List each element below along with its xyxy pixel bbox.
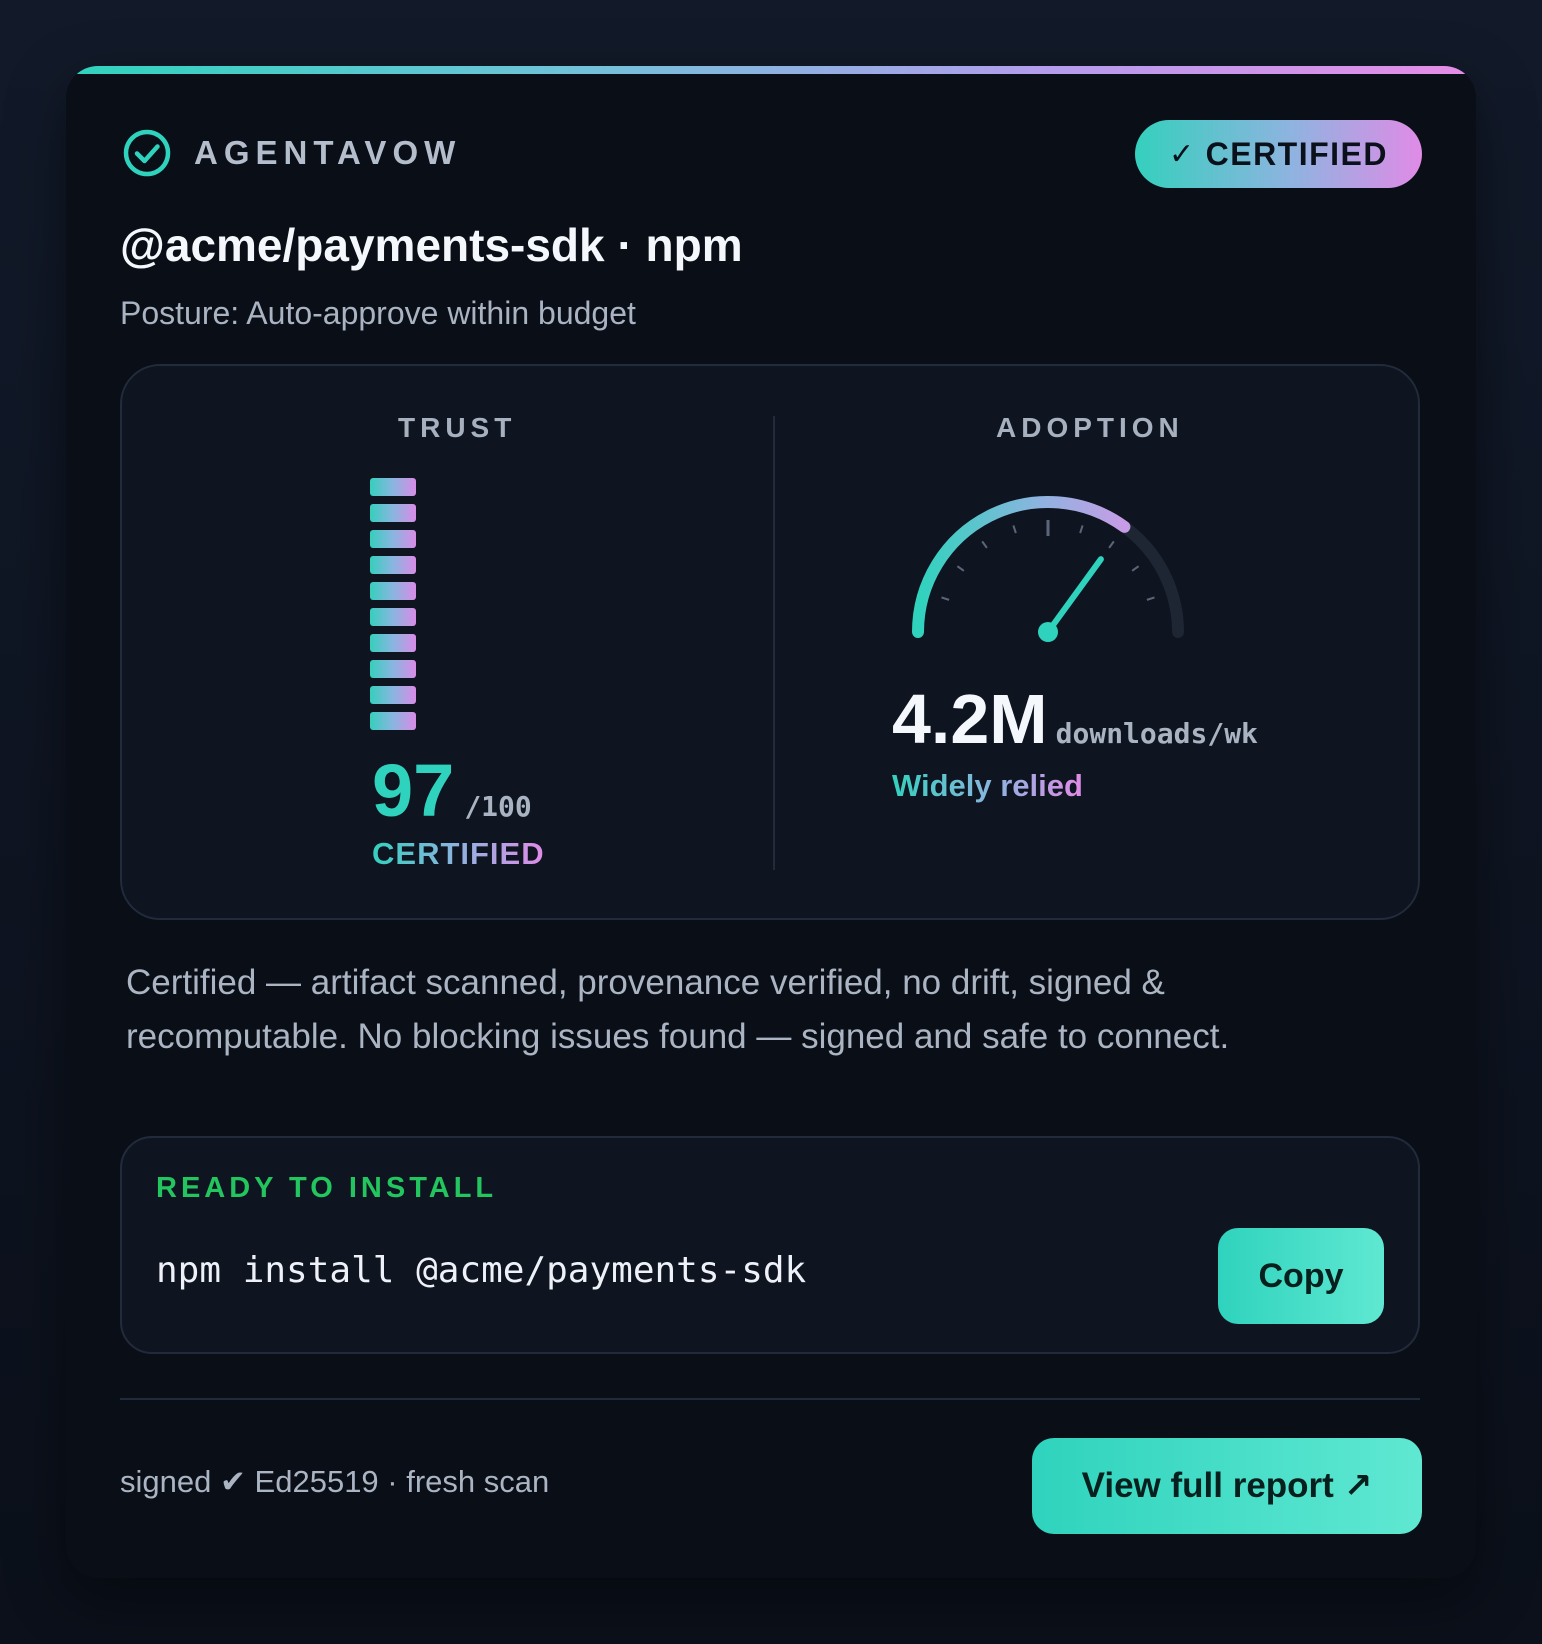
signature-text: signed ✔ Ed25519 · fresh scan bbox=[120, 1464, 550, 1499]
trust-bar-segment bbox=[370, 608, 416, 626]
gauge-tick bbox=[981, 540, 988, 549]
trust-bar-segment bbox=[370, 582, 416, 600]
metrics-divider bbox=[773, 416, 775, 870]
brand-name: AGENTAVOW bbox=[194, 134, 462, 171]
trust-bar-segment bbox=[370, 478, 416, 496]
gauge-tick bbox=[1012, 525, 1017, 534]
certified-badge: ✓ CERTIFIED bbox=[1134, 120, 1422, 188]
summary-text: Certified — artifact scanned, provenance… bbox=[126, 963, 1230, 1056]
install-command: npm install @acme/payments-sdk bbox=[156, 1250, 807, 1291]
gauge-tick bbox=[1146, 596, 1155, 601]
footer-divider bbox=[120, 1398, 1420, 1400]
trust-label: TRUST bbox=[398, 412, 517, 443]
brand: AGENTAVOW bbox=[122, 128, 461, 178]
trust-bar-segment bbox=[370, 556, 416, 574]
external-arrow-icon: ↗ bbox=[1343, 1467, 1373, 1505]
certified-badge-label: CERTIFIED bbox=[1205, 135, 1388, 172]
gauge-needle bbox=[1045, 556, 1104, 635]
downloads-unit: downloads/wk bbox=[1055, 717, 1258, 750]
gauge-tick bbox=[1131, 565, 1140, 572]
gauge-tick bbox=[1108, 540, 1115, 549]
gauge-hub bbox=[1038, 622, 1058, 642]
install-panel: READY TO INSTALL npm install @acme/payme… bbox=[120, 1136, 1420, 1354]
copy-button[interactable]: Copy bbox=[1218, 1228, 1384, 1324]
gauge-tick bbox=[956, 565, 965, 572]
downloads-value: 4.2M bbox=[892, 680, 1048, 758]
trust-bar-segment bbox=[370, 634, 416, 652]
view-report-label: View full report bbox=[1081, 1466, 1334, 1505]
trust-status: CERTIFIED bbox=[372, 836, 545, 871]
posture-text: Posture: Auto-approve within budget bbox=[120, 295, 636, 331]
trust-score-max: /100 bbox=[464, 790, 532, 823]
gradient-accent-bar bbox=[66, 66, 1476, 74]
install-label: READY TO INSTALL bbox=[156, 1172, 498, 1204]
package-title: @acme/payments-sdk · npm bbox=[120, 219, 743, 271]
view-report-button[interactable]: View full report ↗ bbox=[1032, 1438, 1422, 1534]
trust-bar-segment bbox=[370, 530, 416, 548]
trust-bar-segment bbox=[370, 712, 416, 730]
trust-bar-segment bbox=[370, 660, 416, 678]
adoption-label: ADOPTION bbox=[996, 412, 1184, 443]
downloads: 4.2M downloads/wk bbox=[892, 684, 1258, 754]
trust-bar-meter bbox=[370, 478, 416, 738]
trust-score: 97 /100 bbox=[372, 754, 532, 828]
certification-card: AGENTAVOW ✓ CERTIFIED @acme/payments-sdk… bbox=[66, 66, 1476, 1578]
trust-bar-segment bbox=[370, 686, 416, 704]
gauge-tick bbox=[1079, 525, 1084, 534]
metrics-panel: TRUST ADOPTION 97 /100 CERTIFIED 4.2M do… bbox=[120, 364, 1420, 920]
gauge-tick bbox=[941, 596, 950, 601]
trust-score-value: 97 bbox=[372, 749, 455, 832]
adoption-gauge-icon bbox=[912, 496, 1184, 642]
adoption-status: Widely relied bbox=[892, 768, 1083, 803]
checkmark-icon: ✓ bbox=[1168, 137, 1196, 171]
check-circle-icon bbox=[123, 129, 171, 177]
trust-bar-segment bbox=[370, 504, 416, 522]
